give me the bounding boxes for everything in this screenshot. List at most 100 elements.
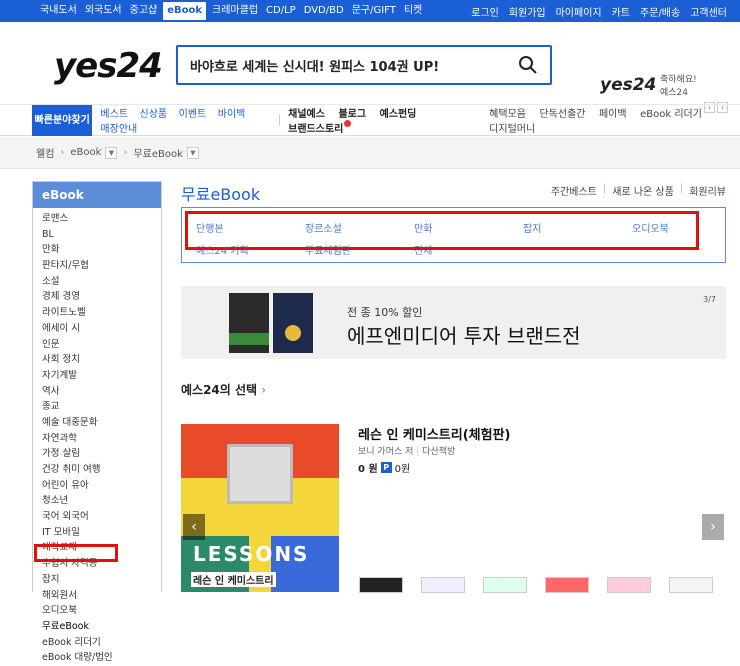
- thumbnail[interactable]: [545, 577, 589, 593]
- sidebar-item[interactable]: 잡지: [33, 572, 161, 588]
- breadcrumb: 웰컴 › eBook ▼ › 무료eBook ▼: [0, 137, 740, 169]
- top-nav-dvd[interactable]: DVD/BD: [300, 0, 348, 22]
- sidebar-item[interactable]: 자기계발: [33, 368, 161, 384]
- thumbnail[interactable]: [607, 577, 651, 593]
- sidebar-item[interactable]: 종교: [33, 399, 161, 415]
- sort-new[interactable]: 새로 나온 상품: [612, 183, 674, 198]
- section-title[interactable]: 예스24의 선택 ›: [181, 381, 266, 398]
- thumbnail[interactable]: [669, 577, 713, 593]
- sidebar-item[interactable]: 사회 정치: [33, 352, 161, 368]
- carousel-next-button[interactable]: ›: [702, 514, 724, 540]
- promo-text[interactable]: 축하해요! 예스24: [660, 74, 697, 100]
- sidebar-item[interactable]: 로맨스: [33, 211, 161, 227]
- top-nav-ticket[interactable]: 티켓: [400, 0, 426, 22]
- nav-funding[interactable]: 예스펀딩: [380, 109, 417, 120]
- sidebar-title[interactable]: eBook: [33, 182, 161, 208]
- point-badge-icon: P: [380, 462, 392, 473]
- top-nav-foreign[interactable]: 외국도서: [81, 0, 126, 22]
- cover-word: LESSONS: [193, 542, 310, 566]
- breadcrumb-home[interactable]: 웰컴: [36, 145, 54, 160]
- sidebar-item[interactable]: 무료eBook: [33, 619, 161, 635]
- chevron-right-icon: ›: [261, 383, 267, 397]
- cart-link[interactable]: 카트: [607, 4, 635, 19]
- nav-reader[interactable]: eBook 리더기: [640, 109, 702, 120]
- login-link[interactable]: 로그인: [466, 4, 504, 19]
- nav-event[interactable]: 이벤트: [179, 109, 207, 120]
- top-nav-gift[interactable]: 문구/GIFT: [348, 0, 400, 22]
- top-nav-cdlp[interactable]: CD/LP: [262, 0, 300, 22]
- support-link[interactable]: 고객센터: [685, 4, 732, 19]
- promo-logo[interactable]: yes24: [600, 75, 656, 95]
- sidebar-item[interactable]: 오디오북: [33, 603, 161, 619]
- top-nav-right: 로그인 회원가입 마이페이지 카트 주문/배송 고객센터: [466, 0, 732, 22]
- banner-counter: 3/7: [703, 295, 716, 304]
- nav-payback[interactable]: 페이백: [599, 109, 627, 120]
- nav-benefits[interactable]: 혜택모음: [489, 109, 526, 120]
- carousel-prev-button[interactable]: ‹: [183, 514, 205, 540]
- book-publisher[interactable]: 다산책방: [422, 447, 455, 457]
- book-title[interactable]: 레슨 인 케미스트리(체험판): [358, 424, 511, 443]
- nav-divider: [279, 114, 281, 126]
- sidebar-item[interactable]: 국어 외국어: [33, 509, 161, 525]
- chevron-down-icon[interactable]: ▼: [186, 146, 199, 159]
- section-title-text: 예스24의 선택: [181, 383, 258, 397]
- mypage-link[interactable]: 마이페이지: [551, 4, 607, 19]
- thumbnail[interactable]: [421, 577, 465, 593]
- sidebar-item[interactable]: 자연과학: [33, 431, 161, 447]
- search-input[interactable]: 바야흐로 세계는 신시대! 원피스 104권 UP!: [176, 45, 552, 85]
- nav-digital-money[interactable]: 디지털머니: [489, 124, 535, 135]
- sidebar-item[interactable]: 청소년: [33, 493, 161, 509]
- sidebar-item[interactable]: 건강 취미 여행: [33, 462, 161, 478]
- top-nav-used[interactable]: 중고샵: [126, 0, 162, 22]
- top-nav-ebook[interactable]: eBook: [163, 2, 207, 20]
- sort-tabs: 주간베스트 | 새로 나온 상품 | 회원리뷰: [551, 183, 726, 198]
- sidebar-item[interactable]: eBook 리더기: [33, 635, 161, 651]
- top-nav: 국내도서 외국도서 중고샵 eBook 크레마클럽 CD/LP DVD/BD 문…: [0, 0, 740, 22]
- breadcrumb-ebook[interactable]: eBook: [70, 147, 101, 158]
- nav-store[interactable]: 매장안내: [100, 124, 137, 135]
- sidebar-item[interactable]: BL: [33, 227, 161, 243]
- sidebar-item[interactable]: 판타지/무협: [33, 258, 161, 274]
- sidebar-item[interactable]: 만화: [33, 242, 161, 258]
- quick-category-button[interactable]: 빠른분야찾기: [32, 104, 93, 136]
- nav-best[interactable]: 베스트: [100, 109, 128, 120]
- banner-title: 에프엔미디어 투자 브랜드전: [347, 324, 581, 348]
- sidebar-item[interactable]: 역사: [33, 384, 161, 400]
- nav-new[interactable]: 신상품: [140, 109, 168, 120]
- sidebar-item[interactable]: 어린이 유아: [33, 478, 161, 494]
- top-nav-domestic[interactable]: 국내도서: [36, 0, 81, 22]
- sort-weekly-best[interactable]: 주간베스트: [551, 183, 597, 198]
- sidebar-item[interactable]: IT 모바일: [33, 525, 161, 541]
- breadcrumb-free-ebook[interactable]: 무료eBook: [133, 145, 182, 160]
- nav-blog[interactable]: 블로그: [338, 109, 366, 120]
- nav-channel[interactable]: 채널예스: [288, 109, 325, 120]
- highlight-box: [185, 211, 699, 250]
- sidebar-item[interactable]: eBook 대량/법인: [33, 650, 161, 666]
- new-badge-icon: [344, 120, 352, 127]
- sidebar-item[interactable]: 해외원서: [33, 588, 161, 604]
- sidebar-item[interactable]: 경제 경영: [33, 289, 161, 305]
- nav-brandstory[interactable]: 브랜드스토리: [288, 120, 352, 135]
- sort-review[interactable]: 회원리뷰: [689, 183, 726, 198]
- nav-buyback[interactable]: 바이백: [218, 109, 246, 120]
- sidebar-item[interactable]: 에세이 시: [33, 321, 161, 337]
- signup-link[interactable]: 회원가입: [504, 4, 551, 19]
- sidebar-item[interactable]: 예술 대중문화: [33, 415, 161, 431]
- cover-title: 레슨 인 케미스트리: [191, 572, 276, 587]
- promo-line2: 예스24: [660, 88, 689, 98]
- sidebar-item[interactable]: 소설: [33, 274, 161, 290]
- book-author[interactable]: 보니 가머스 저: [358, 447, 413, 457]
- sidebar-item[interactable]: 가정 살림: [33, 446, 161, 462]
- search-icon[interactable]: [518, 55, 538, 75]
- chevron-down-icon[interactable]: ▼: [105, 146, 118, 159]
- thumbnail[interactable]: [483, 577, 527, 593]
- nav-exclusive[interactable]: 단독선출간: [539, 109, 585, 120]
- sidebar-item[interactable]: 라이트노벨: [33, 305, 161, 321]
- book-cover[interactable]: LESSONS 레슨 인 케미스트리: [181, 424, 339, 592]
- top-nav-crema[interactable]: 크레마클럽: [208, 0, 262, 22]
- thumbnail[interactable]: [359, 577, 403, 593]
- sidebar-item[interactable]: 인문: [33, 337, 161, 353]
- promo-banner[interactable]: 전 종 10% 할인 에프엔미디어 투자 브랜드전 3/7: [181, 286, 726, 359]
- orders-link[interactable]: 주문/배송: [635, 4, 685, 19]
- site-logo[interactable]: yes24: [54, 46, 163, 86]
